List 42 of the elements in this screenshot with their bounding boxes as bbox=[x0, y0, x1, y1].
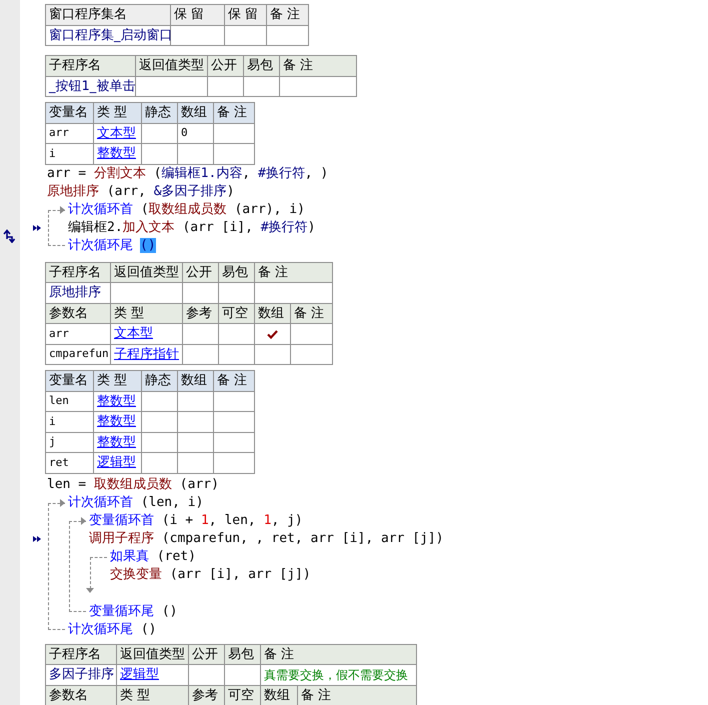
table-cell bbox=[136, 76, 208, 97]
code-line: 交换变量 (arr [i], arr [j]) bbox=[110, 566, 311, 584]
column-header: 备 注 bbox=[298, 686, 417, 705]
table-cell bbox=[142, 453, 178, 474]
table-cell bbox=[214, 453, 255, 474]
table-cell bbox=[208, 76, 244, 97]
code-line: 调用子程序 (cmparefun, , ret, arr [i], arr [j]) bbox=[89, 530, 444, 548]
table-cell: 窗口程序集_启动窗口 bbox=[46, 26, 171, 46]
column-header: 类 型 bbox=[117, 686, 189, 705]
type-link[interactable]: 整数型 bbox=[94, 144, 142, 164]
code-line: 变量循环尾 () bbox=[89, 602, 178, 621]
table-cell bbox=[214, 144, 255, 164]
column-header: 参考 bbox=[189, 686, 225, 705]
column-header: 参数名 bbox=[46, 686, 117, 705]
table-cell bbox=[171, 26, 225, 46]
type-link[interactable]: 子程序指针 bbox=[111, 344, 183, 366]
code-line: 计次循环尾 () bbox=[68, 236, 156, 255]
table-cell bbox=[183, 344, 219, 366]
code-line: 计次循环尾 () bbox=[68, 620, 156, 639]
table-cell: cmparefun bbox=[46, 344, 111, 366]
table-cell bbox=[267, 26, 309, 46]
table-cell bbox=[178, 144, 214, 164]
table-cell bbox=[142, 144, 178, 164]
code-line: 计次循环首 (取数组成员数 (arr), i) bbox=[68, 200, 305, 219]
table-cell bbox=[225, 26, 267, 46]
table-cell bbox=[291, 344, 333, 366]
type-link[interactable]: 逻辑型 bbox=[94, 453, 142, 474]
table-cell bbox=[219, 344, 255, 366]
table-cell bbox=[178, 453, 214, 474]
code-line: 原地排序 (arr, &多因子排序) bbox=[47, 182, 234, 201]
code-line: 变量循环首 (i + 1, len, 1, j) bbox=[89, 512, 303, 530]
code-line: 编辑框2.加入文本 (arr [i], #换行符) bbox=[68, 218, 316, 237]
table-cell bbox=[244, 76, 280, 97]
code-line: 计次循环首 (len, i) bbox=[68, 494, 204, 512]
code-line: 如果真 (ret) bbox=[110, 548, 196, 566]
code-line: len = 取数组成员数 (arr) bbox=[47, 476, 219, 494]
table-cell: i bbox=[46, 144, 94, 164]
table-cell: ret bbox=[46, 453, 94, 474]
table-cell: _按钮1_被单击 bbox=[46, 76, 136, 97]
column-header: 可空 bbox=[225, 686, 261, 705]
code-line: arr = 分割文本 (编辑框1.内容, #换行符, ) bbox=[47, 164, 328, 183]
column-header: 数组 bbox=[261, 686, 298, 705]
